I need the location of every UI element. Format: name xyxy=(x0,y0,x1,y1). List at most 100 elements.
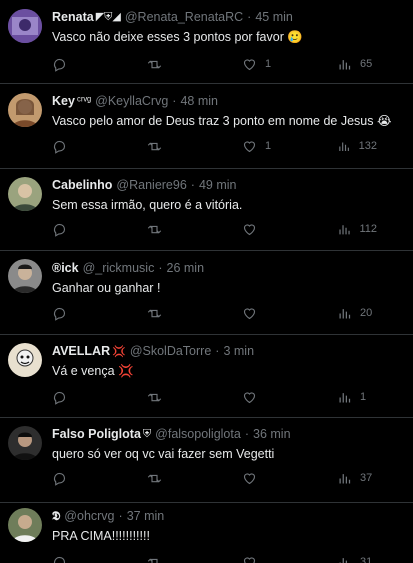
tweet-text: quero só ver oq vc vai fazer sem Vegetti xyxy=(52,447,275,461)
display-name[interactable]: ®ick xyxy=(52,261,79,275)
reply-button[interactable] xyxy=(52,139,122,154)
views-button[interactable]: 1 xyxy=(337,390,377,405)
separator-dot: · xyxy=(190,178,195,192)
timestamp[interactable]: 45 min xyxy=(255,10,293,24)
retweet-icon xyxy=(147,309,162,317)
timestamp[interactable]: 49 min xyxy=(199,178,237,192)
views-button[interactable]: 20 xyxy=(337,306,377,321)
name-badge: 💢 xyxy=(112,345,126,358)
views-button[interactable]: 132 xyxy=(337,139,377,154)
name-badge: ◤⛨◢ xyxy=(95,11,121,23)
retweet-button[interactable] xyxy=(147,222,217,237)
display-name[interactable]: Falso Poliglota xyxy=(52,427,141,441)
retweet-button[interactable] xyxy=(147,139,217,154)
timestamp[interactable]: 48 min xyxy=(180,94,218,108)
like-button[interactable] xyxy=(242,555,312,563)
display-name[interactable]: 𝕯 xyxy=(52,509,60,524)
name-badge: ᶜʳᵛᵍ xyxy=(76,95,92,107)
avatar[interactable] xyxy=(8,9,42,43)
retweet-button[interactable] xyxy=(147,57,217,72)
view-count: 65 xyxy=(360,58,373,70)
view-count: 37 xyxy=(360,472,373,484)
user-handle[interactable]: @ohcrvg xyxy=(64,509,114,523)
reply-icon xyxy=(53,307,65,321)
tweet[interactable]: Renata ◤⛨◢ @Renata_RenataRC · 45 min Vas… xyxy=(0,0,413,84)
like-button[interactable]: 1 xyxy=(242,139,312,154)
retweet-button[interactable] xyxy=(147,471,217,486)
tweet[interactable]: AVELLAR 💢 @SkolDaTorre · 3 min Vá e venç… xyxy=(0,335,413,418)
reply-icon xyxy=(53,223,65,237)
avatar[interactable] xyxy=(8,259,42,293)
views-icon xyxy=(339,473,351,483)
reply-button[interactable] xyxy=(52,222,122,237)
like-button[interactable]: 1 xyxy=(242,57,312,72)
timestamp[interactable]: 26 min xyxy=(167,261,205,275)
retweet-button[interactable] xyxy=(147,555,217,563)
like-icon xyxy=(243,140,256,152)
like-icon xyxy=(243,58,256,70)
like-icon xyxy=(243,472,256,484)
reply-icon xyxy=(53,140,65,154)
separator-dot: · xyxy=(247,10,252,24)
separator-dot: · xyxy=(118,509,123,523)
user-handle[interactable]: @Raniere96 xyxy=(116,178,186,192)
reply-button[interactable] xyxy=(52,306,122,321)
retweet-button[interactable] xyxy=(147,390,217,405)
like-count: 1 xyxy=(265,58,272,70)
separator-dot: · xyxy=(158,261,163,275)
timestamp[interactable]: 36 min xyxy=(253,427,291,441)
user-handle[interactable]: @SkolDaTorre xyxy=(130,344,211,358)
tweet-text: Ganhar ou ganhar ! xyxy=(52,281,161,295)
reply-button[interactable] xyxy=(52,471,122,486)
views-button[interactable]: 31 xyxy=(337,555,377,563)
avatar[interactable] xyxy=(8,177,42,211)
like-button[interactable] xyxy=(242,390,312,405)
views-icon xyxy=(339,392,351,402)
display-name[interactable]: Key xyxy=(52,94,75,108)
user-handle[interactable]: @_rickmusic xyxy=(83,261,155,275)
views-icon xyxy=(339,308,351,318)
retweet-icon xyxy=(147,142,162,150)
retweet-button[interactable] xyxy=(147,306,217,321)
like-button[interactable] xyxy=(242,471,312,486)
user-handle[interactable]: @falsopoliglota xyxy=(155,427,241,441)
tweet[interactable]: ®ick @_rickmusic · 26 min Ganhar ou ganh… xyxy=(0,251,413,335)
views-button[interactable]: 112 xyxy=(337,222,377,237)
view-count: 132 xyxy=(358,140,377,152)
timestamp[interactable]: 3 min xyxy=(223,344,254,358)
views-button[interactable]: 37 xyxy=(337,471,377,486)
tweet-text: Sem essa irmão, quero é a vitória. xyxy=(52,198,243,212)
avatar[interactable] xyxy=(8,426,42,460)
display-name[interactable]: Renata xyxy=(52,10,94,24)
views-icon xyxy=(339,59,351,69)
tweet[interactable]: Falso Poliglota ⛨ @falsopoliglota · 36 m… xyxy=(0,418,413,503)
like-icon xyxy=(243,307,256,319)
views-icon xyxy=(339,142,349,151)
tweet[interactable]: 𝕯 @ohcrvg · 37 min PRA CIMA!!!!!!!!!!! 3… xyxy=(0,503,413,563)
views-button[interactable]: 65 xyxy=(337,57,377,72)
reply-icon xyxy=(53,472,65,486)
like-button[interactable] xyxy=(242,222,312,237)
avatar[interactable] xyxy=(8,343,42,377)
timestamp[interactable]: 37 min xyxy=(127,509,165,523)
avatar[interactable] xyxy=(8,93,42,127)
tweet[interactable]: Key ᶜʳᵛᵍ @KeyllaCrvg · 48 min Vasco pelo… xyxy=(0,84,413,169)
reply-button[interactable] xyxy=(52,555,122,563)
tweet[interactable]: Cabelinho @Raniere96 · 49 min Sem essa i… xyxy=(0,169,413,251)
like-button[interactable] xyxy=(242,306,312,321)
view-count: 20 xyxy=(360,307,373,319)
retweet-icon xyxy=(147,225,162,233)
view-count: 31 xyxy=(360,556,373,563)
display-name[interactable]: Cabelinho xyxy=(52,178,112,192)
retweet-icon xyxy=(147,60,162,68)
user-handle[interactable]: @Renata_RenataRC xyxy=(125,10,243,24)
reply-button[interactable] xyxy=(52,390,122,405)
reply-button[interactable] xyxy=(52,57,122,72)
view-count: 1 xyxy=(360,391,367,403)
display-name[interactable]: AVELLAR xyxy=(52,344,110,358)
user-handle[interactable]: @KeyllaCrvg xyxy=(95,94,168,108)
like-icon xyxy=(243,556,256,563)
tweet-text: Vasco pelo amor de Deus traz 3 ponto em … xyxy=(52,114,392,128)
name-badge: ⛨ xyxy=(142,427,152,440)
avatar[interactable] xyxy=(8,508,42,542)
